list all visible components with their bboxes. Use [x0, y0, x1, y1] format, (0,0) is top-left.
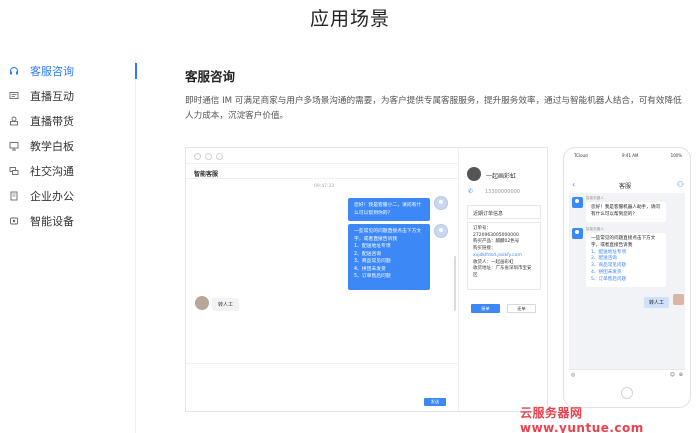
- sidebar-item-smart-device[interactable]: 智能设备: [0, 211, 136, 231]
- chat-scrollbar[interactable]: [454, 256, 456, 311]
- customer-avatar: [467, 167, 481, 181]
- sidebar-item-live-commerce[interactable]: 直播带货: [0, 111, 136, 131]
- phone-chat-area: 智能机器人 您好！我是客服机器人助手，请问有什么可以帮到您的？ 智能机器人 一些…: [569, 193, 685, 369]
- bot-name: 智能机器人: [586, 196, 604, 200]
- order-line: 购买链接：: [473, 246, 496, 252]
- order-link[interactable]: xxjdklfdsd.jssikfy.com: [473, 253, 535, 260]
- user-avatar: [195, 296, 209, 310]
- sidebar-item-teaching-whiteboard[interactable]: 教学白板: [0, 136, 136, 156]
- headset-icon: [10, 67, 18, 75]
- phone-input-bar[interactable]: ◎ ☺ ⊕: [569, 369, 685, 381]
- content-description: 即时通信 IM 可满足商家与用户多场景沟通的需要，为客户提供专属客服服务，提升服…: [185, 96, 682, 121]
- status-battery: 100%: [670, 153, 682, 158]
- back-arrow-icon[interactable]: ‹: [572, 180, 575, 190]
- window-dot-icon: [205, 153, 212, 160]
- bot-menu-item[interactable]: 4、拼团未发货: [354, 266, 424, 274]
- chat-title: 智能客服: [194, 171, 219, 178]
- sidebar-item-social[interactable]: 社交沟通: [0, 161, 136, 181]
- bot-menu-item[interactable]: 4、拼团未发货: [591, 270, 661, 277]
- recent-orders-label: 近期订单信息: [467, 205, 541, 219]
- bot-name: 智能机器人: [586, 227, 604, 231]
- plus-icon[interactable]: ⊕: [679, 372, 683, 378]
- building-icon: [10, 191, 18, 201]
- sidebar-item-label: 客服咨询: [30, 65, 74, 78]
- user-message-bubble: 转人工: [212, 298, 240, 311]
- bot-greeting-bubble: 您好！我是客服小二，请问有什么可以帮到你的？: [348, 198, 430, 221]
- window-controls: [194, 153, 223, 160]
- emoji-icon[interactable]: ☺: [670, 372, 675, 378]
- phone-nav-title: 客服: [619, 183, 632, 190]
- sidebar-item-label: 社交沟通: [30, 165, 74, 178]
- return-order-button[interactable]: 还单: [507, 304, 536, 313]
- window-dot-icon: [216, 153, 223, 160]
- sidebar-item-customer-service[interactable]: 客服咨询: [0, 61, 137, 81]
- window-dot-icon: [194, 153, 201, 160]
- sidebar: 客服咨询 直播互动 直播带货 教学白板 社交沟通 企业办公 智能设备: [0, 58, 137, 433]
- bot-menu-item[interactable]: 1、配送地址专项: [354, 243, 424, 251]
- shopping-icon: [10, 116, 18, 126]
- bot-menu-item[interactable]: 2、配送咨询: [354, 251, 424, 259]
- voice-icon[interactable]: ◎: [571, 372, 575, 378]
- sidebar-item-label: 企业办公: [30, 190, 74, 203]
- status-bar: TCloud 9:41 AM 100%: [574, 153, 682, 158]
- live-chat-icon: [9, 92, 19, 99]
- user-icon[interactable]: ⚇: [677, 180, 684, 190]
- bot-avatar: [434, 196, 448, 210]
- bot-avatar: [434, 224, 448, 238]
- user-message-bubble: 转人工: [644, 297, 670, 308]
- order-line: 订单号：: [473, 226, 491, 231]
- bot-menu-bubble: 一些常见的问题直接点击下方文字，或者直接告诉我 1、配送地址专项 2、配送咨询 …: [586, 233, 666, 287]
- mobile-chat-mock: TCloud 9:41 AM 100% ‹ 客服 ⚇ 智能机器人 您好！我是客服…: [563, 147, 691, 408]
- content-title: 客服咨询: [185, 69, 236, 84]
- customer-phone: 13300000000: [485, 189, 520, 195]
- sidebar-item-label: 教学白板: [30, 140, 74, 153]
- bot-menu-item[interactable]: 3、商品常见问题: [591, 263, 661, 270]
- status-carrier: TCloud: [574, 153, 588, 158]
- status-time: 9:41 AM: [622, 153, 639, 158]
- sidebar-item-live-interaction[interactable]: 直播互动: [0, 86, 136, 106]
- social-icon: [9, 167, 19, 175]
- bot-menu-item[interactable]: 5、订单售后问题: [354, 273, 424, 281]
- desktop-chat-mock: 智能客服 09:47:23 您好！我是客服小二，请问有什么可以帮到你的？ 一些常…: [185, 147, 548, 412]
- bot-menu-intro: 一些常见的问题直接点击下方文字，或者直接告诉我: [591, 236, 656, 248]
- order-line: 收货地址：广东省深圳市宝安区: [473, 266, 532, 278]
- sidebar-item-label: 智能设备: [30, 215, 74, 228]
- device-icon: [10, 217, 18, 225]
- bot-avatar: [572, 228, 583, 239]
- sidebar-item-label: 直播互动: [30, 90, 74, 103]
- bot-menu-intro: 一些常见的问题直接点击下方文字，或者直接告诉我: [354, 229, 422, 242]
- customer-name: 一起画彩虹: [486, 173, 517, 180]
- sidebar-item-label: 直播带货: [30, 115, 74, 128]
- chat-timestamp: 09:47:23: [314, 184, 335, 189]
- bot-greeting-bubble: 您好！我是客服机器人助手，请问有什么可以帮到您的？: [586, 202, 666, 222]
- phone-nav-bar: ‹ 客服 ⚇: [568, 180, 688, 192]
- whiteboard-icon: [9, 142, 19, 151]
- send-button[interactable]: 发送: [424, 398, 446, 406]
- phone-icon: ✆: [468, 188, 474, 195]
- watermark: 云服务器网 www.yuntue.com: [520, 406, 644, 433]
- bot-avatar: [572, 197, 583, 208]
- order-details: 订单号： 2720963005000000 购买产品：麒麟02色号 购买链接： …: [467, 222, 541, 290]
- bot-menu-item[interactable]: 5、订单售后问题: [591, 277, 661, 284]
- bot-menu-bubble: 一些常见的问题直接点击下方文字，或者直接告诉我 1、配送地址专项 2、配送咨询 …: [348, 224, 430, 290]
- accept-order-button[interactable]: 接单: [471, 304, 500, 313]
- user-avatar: [673, 294, 684, 305]
- home-button[interactable]: [621, 387, 633, 399]
- bot-menu-item[interactable]: 3、商品常见问题: [354, 258, 424, 266]
- sidebar-item-enterprise[interactable]: 企业办公: [0, 186, 136, 206]
- page-title: 应用场景: [309, 8, 390, 30]
